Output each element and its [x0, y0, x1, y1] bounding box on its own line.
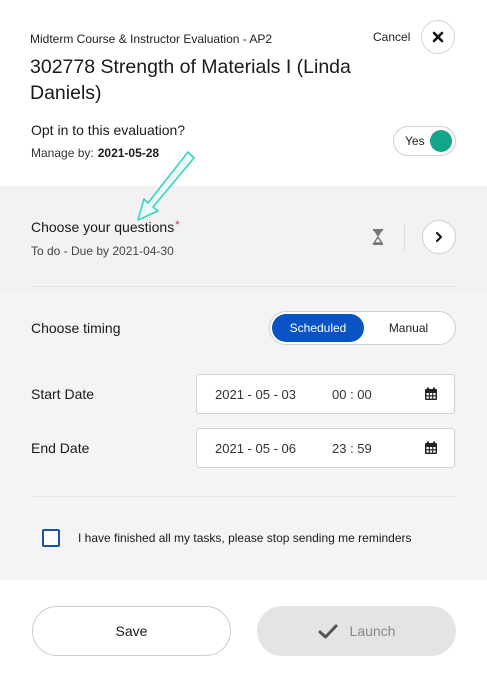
start-time-value: 00 : 00: [332, 387, 372, 402]
questions-row[interactable]: Choose your questions* To do - Due by 20…: [0, 186, 487, 292]
launch-label: Launch: [349, 623, 396, 639]
manage-by-label: Manage by:: [31, 146, 94, 160]
close-icon: [432, 31, 444, 43]
optin-label: Opt in to this evaluation?: [31, 122, 186, 138]
start-date-field[interactable]: 2021 - 05 - 03 00 : 00: [196, 374, 455, 414]
stop-reminders-checkbox[interactable]: [42, 529, 60, 547]
evaluation-settings-panel: Choose your questions* To do - Due by 20…: [0, 186, 487, 580]
evaluation-title: Midterm Course & Instructor Evaluation -…: [30, 32, 273, 46]
optin-toggle-label: Yes: [405, 134, 425, 148]
calendar-icon[interactable]: [424, 441, 438, 455]
launch-button[interactable]: Launch: [257, 606, 456, 656]
timing-label: Choose timing: [31, 320, 121, 336]
optin-toggle[interactable]: Yes: [393, 126, 456, 156]
end-date-label: End Date: [31, 440, 90, 456]
open-questions-button[interactable]: [422, 220, 456, 254]
hourglass-icon: [372, 229, 384, 245]
end-date-field[interactable]: 2021 - 05 - 06 23 : 59: [196, 428, 455, 468]
manage-by-row: Manage by: 2021-05-28: [31, 146, 159, 160]
required-marker: *: [175, 219, 180, 231]
timing-option-manual[interactable]: Manual: [364, 314, 453, 342]
close-button[interactable]: [421, 20, 455, 54]
stop-reminders-label[interactable]: I have finished all my tasks, please sto…: [78, 531, 412, 545]
check-icon: [318, 624, 338, 638]
questions-title: Choose your questions*: [31, 219, 179, 235]
start-date-label: Start Date: [31, 386, 95, 402]
save-button[interactable]: Save: [32, 606, 231, 656]
questions-title-text: Choose your questions: [31, 219, 175, 235]
vertical-divider: [404, 224, 405, 250]
chevron-right-icon: [436, 232, 442, 242]
evaluation-header: Midterm Course & Instructor Evaluation -…: [0, 0, 487, 186]
end-date-value: 2021 - 05 - 06: [215, 441, 296, 456]
end-time-value: 23 : 59: [332, 441, 372, 456]
timing-segmented-control: Scheduled Manual: [269, 311, 456, 345]
calendar-icon[interactable]: [424, 387, 438, 401]
start-date-value: 2021 - 05 - 03: [215, 387, 296, 402]
timing-option-scheduled[interactable]: Scheduled: [272, 314, 364, 342]
divider: [31, 496, 456, 497]
toggle-knob: [430, 130, 452, 152]
manage-by-date: 2021-05-28: [97, 146, 160, 160]
divider: [31, 286, 456, 287]
cancel-label[interactable]: Cancel: [373, 30, 410, 44]
course-title: 302778 Strength of Materials I (Linda Da…: [30, 56, 351, 104]
questions-status: To do - Due by 2021-04-30: [31, 244, 174, 258]
